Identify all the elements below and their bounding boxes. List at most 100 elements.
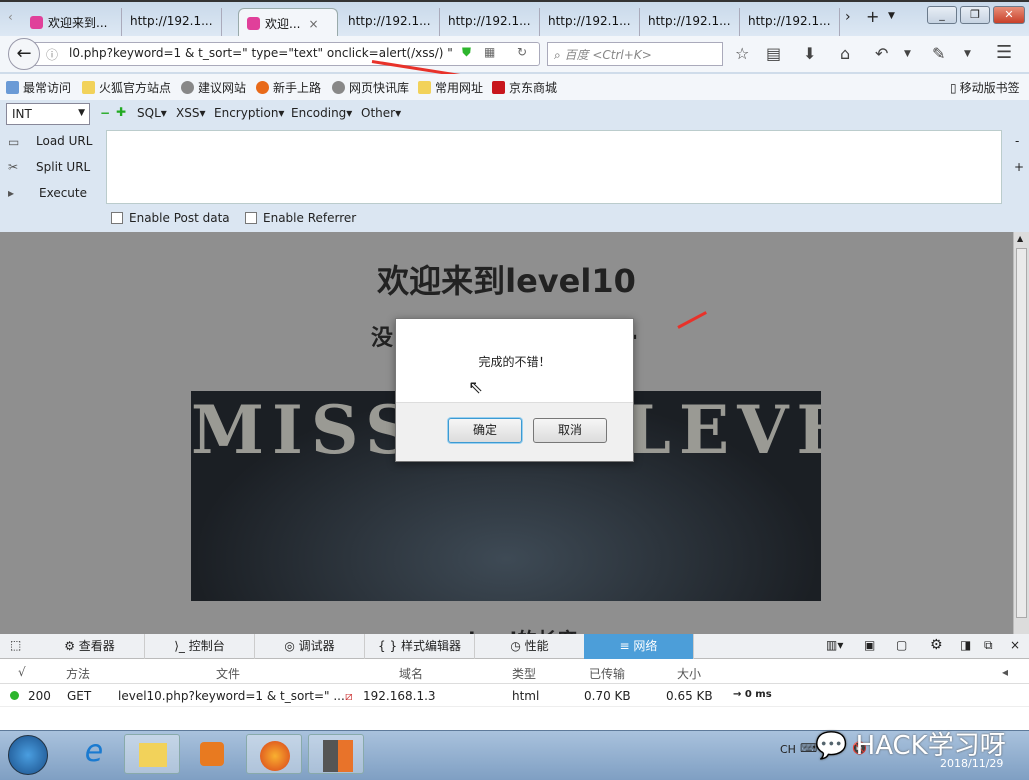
url-text: l0.php?keyword=1 & t_sort=" type="text" … [69, 46, 453, 60]
info-icon[interactable]: ⓘ [46, 46, 58, 63]
type-select[interactable]: INT ▼ [6, 103, 90, 125]
load-url-button[interactable]: Load URL [36, 134, 92, 148]
tab-bar: ‹ 欢迎来到... http://192.1... 欢迎... × http://… [0, 0, 1029, 36]
encoding-menu[interactable]: Encoding▾ [291, 106, 352, 120]
tab-active[interactable]: 欢迎... × [238, 8, 338, 36]
tab-debugger[interactable]: ◎ 调试器 [255, 634, 365, 659]
page-title: 欢迎来到level10 [377, 262, 636, 300]
chevron-down-icon: ▼ [78, 108, 85, 118]
network-table-header: √ 方法 文件 域名 类型 已传输 大小 ◂ [0, 660, 1029, 684]
devtools-panel: ⬚ ⚙ 查看器 ⟩_ 控制台 ◎ 调试器 { } 样式编辑器 ◷ 性能 ≡ 网络… [0, 634, 1029, 730]
decrease-icon[interactable]: − [100, 106, 110, 120]
tab-list-icon[interactable]: ▼ [888, 11, 895, 21]
tabs-scroll-left-icon[interactable]: ‹ [8, 10, 13, 24]
col-size[interactable]: 大小 [677, 665, 701, 682]
tab[interactable]: http://192.1... [640, 8, 740, 36]
media-player-icon[interactable] [184, 734, 240, 774]
bookmarks-bar: 最常访问 火狐官方站点 建议网站 新手上路 网页快讯库 常用网址 京东商城 ▯ 移… [0, 74, 1029, 100]
tab[interactable]: 欢迎来到... [22, 8, 122, 36]
ie-icon[interactable]: e [66, 734, 122, 774]
settings-icon[interactable]: ⚙ [930, 637, 943, 653]
col-type[interactable]: 类型 [512, 665, 536, 682]
reload-icon[interactable]: ↻ [517, 45, 527, 59]
tabs-scroll-right-icon[interactable]: › [845, 9, 851, 25]
col-method[interactable]: 方法 [66, 665, 90, 682]
bookmark-item[interactable]: 建议网站 [181, 79, 246, 96]
bookmark-item[interactable]: 常用网址 [418, 79, 483, 96]
dropdown-icon[interactable]: ▼ [964, 49, 971, 59]
status-ok-icon [10, 691, 19, 700]
back-button[interactable]: ← [8, 38, 40, 70]
split-url-button[interactable]: Split URL [36, 160, 90, 174]
encryption-menu[interactable]: Encryption▾ [214, 106, 284, 120]
responsive-icon[interactable]: ▢ [896, 638, 907, 652]
dock-side-icon[interactable]: ◨ [960, 638, 971, 652]
tab-performance[interactable]: ◷ 性能 [475, 634, 585, 659]
row-status: 200 [28, 689, 51, 703]
qr-code-icon[interactable]: ▦ [484, 45, 495, 59]
split-console-icon[interactable]: ▣ [864, 638, 875, 652]
cancel-button[interactable]: 取消 [533, 418, 607, 443]
tab-style-editor[interactable]: { } 样式编辑器 [365, 634, 475, 659]
bookmark-item[interactable]: 京东商城 [492, 79, 557, 96]
execute-button[interactable]: Execute [39, 186, 87, 200]
search-input[interactable]: ⌕ 百度 <Ctrl+K> [547, 42, 723, 66]
clock-date[interactable]: 2018/11/29 [940, 757, 1003, 770]
xss-menu[interactable]: XSS▾ [176, 106, 205, 120]
tab-inspector[interactable]: ⚙ 查看器 [35, 634, 145, 659]
increase-icon[interactable]: ✚ [116, 105, 126, 119]
tab[interactable]: http://192.1... [340, 8, 440, 36]
tab-network[interactable]: ≡ 网络 [584, 634, 694, 659]
dropdown-icon[interactable]: ▼ [904, 49, 911, 59]
shrink-icon[interactable]: - [1015, 134, 1019, 148]
other-menu[interactable]: Other▾ [361, 106, 401, 120]
bookmark-item[interactable]: 新手上路 [256, 79, 321, 96]
tab[interactable]: http://192.1... [440, 8, 540, 36]
tab-console[interactable]: ⟩_ 控制台 [145, 634, 255, 659]
explorer-icon[interactable] [124, 734, 180, 774]
tab[interactable]: http://192.1... [740, 8, 840, 36]
bookmark-item[interactable]: 网页快讯库 [332, 79, 409, 96]
sidebar-toggle-icon[interactable]: ◂ [1002, 665, 1008, 679]
col-status[interactable]: √ [18, 665, 26, 679]
load-icon: ▭ [8, 135, 20, 149]
language-indicator[interactable]: CH [780, 743, 796, 756]
scrollbar[interactable]: ▲ [1013, 232, 1029, 634]
grow-icon[interactable]: + [1014, 160, 1024, 174]
close-devtools-icon[interactable]: × [1010, 638, 1020, 652]
enable-post-checkbox[interactable]: Enable Post data [111, 211, 230, 225]
burp-icon[interactable] [308, 734, 364, 774]
bookmark-star-icon[interactable]: ☆ [735, 44, 749, 63]
new-tab-icon[interactable]: + [866, 7, 879, 26]
col-domain[interactable]: 域名 [399, 665, 423, 682]
start-button[interactable] [8, 735, 48, 775]
close-tab-icon[interactable]: × [308, 17, 318, 31]
mobile-bookmarks[interactable]: ▯ 移动版书签 [950, 79, 1020, 96]
home-icon[interactable]: ⌂ [840, 44, 850, 63]
layout-icon[interactable]: ▥▾ [826, 638, 843, 652]
site-icon [247, 17, 260, 30]
col-transferred[interactable]: 已传输 [589, 665, 625, 682]
undo-icon[interactable]: ↶ [875, 44, 888, 63]
minimize-button[interactable]: _ [927, 6, 957, 24]
restore-button[interactable]: ❐ [960, 6, 990, 24]
firefox-taskbar-icon[interactable] [246, 734, 302, 774]
download-icon[interactable]: ⬇ [803, 44, 816, 63]
tab[interactable]: http://192.1... [122, 8, 222, 36]
menu-icon[interactable]: ☰ [996, 42, 1012, 63]
bookmark-item[interactable]: 最常访问 [6, 79, 71, 96]
firefox-icon [256, 81, 269, 94]
undock-icon[interactable]: ⧉ [984, 638, 993, 653]
element-picker-icon[interactable]: ⬚ [10, 638, 21, 652]
sql-menu[interactable]: SQL▾ [137, 106, 167, 120]
tab[interactable]: http://192.1... [540, 8, 640, 36]
reading-list-icon[interactable]: ▤ [766, 44, 781, 63]
enable-referrer-checkbox[interactable]: Enable Referrer [245, 211, 356, 225]
ok-button[interactable]: 确定 [448, 418, 522, 443]
addon-icon[interactable]: ✎ [932, 44, 945, 63]
tab-label: http://192.1... [648, 14, 731, 28]
col-file[interactable]: 文件 [216, 665, 240, 682]
bookmark-item[interactable]: 火狐官方站点 [82, 79, 171, 96]
close-window-button[interactable]: ✕ [993, 6, 1025, 24]
url-textarea[interactable] [106, 130, 1002, 204]
